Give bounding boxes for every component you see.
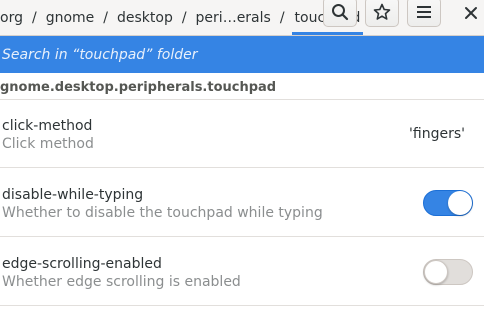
key-description: Whether to disable the touchpad while ty… xyxy=(2,205,323,221)
key-row-disable-while-typing[interactable]: disable-while-typing Whether to disable … xyxy=(0,169,484,237)
star-icon xyxy=(373,3,391,20)
breadcrumb-separator: / xyxy=(279,10,285,26)
search-input[interactable] xyxy=(0,36,484,73)
breadcrumb-org[interactable]: org xyxy=(0,10,25,26)
toggle-knob xyxy=(424,260,448,284)
key-value[interactable]: 'fingers' xyxy=(409,126,465,142)
search-button[interactable] xyxy=(323,0,357,27)
close-icon xyxy=(465,7,477,19)
key-name: edge-scrolling-enabled xyxy=(2,256,162,272)
toggle-switch-off[interactable] xyxy=(423,259,473,285)
path-title: gnome.desktop.peripherals.touchpad xyxy=(0,80,277,95)
breadcrumb-peripherals[interactable]: peri…erals xyxy=(194,10,273,26)
search-bar xyxy=(0,36,484,73)
key-row-edge-scrolling-enabled[interactable]: edge-scrolling-enabled Whether edge scro… xyxy=(0,238,484,306)
breadcrumb-separator: / xyxy=(181,10,187,26)
search-icon xyxy=(332,4,349,21)
close-button[interactable] xyxy=(458,0,484,26)
bookmark-button[interactable] xyxy=(365,0,399,27)
breadcrumb-gnome[interactable]: gnome xyxy=(44,10,97,26)
header-bar: org / gnome / desktop / peri…erals / tou… xyxy=(0,0,484,36)
key-row-click-method[interactable]: click-method Click method 'fingers' xyxy=(0,100,484,168)
toggle-knob xyxy=(448,191,472,215)
key-description: Click method xyxy=(2,136,94,152)
breadcrumb-desktop[interactable]: desktop xyxy=(115,10,175,26)
breadcrumb-separator: / xyxy=(31,10,37,26)
breadcrumb-separator: / xyxy=(103,10,108,26)
hamburger-menu-icon xyxy=(417,6,431,18)
key-description: Whether edge scrolling is enabled xyxy=(2,274,241,290)
key-name: disable-while-typing xyxy=(2,187,144,203)
key-name: click-method xyxy=(2,118,93,134)
toggle-switch-on[interactable] xyxy=(423,190,473,216)
menu-button[interactable] xyxy=(407,0,441,27)
